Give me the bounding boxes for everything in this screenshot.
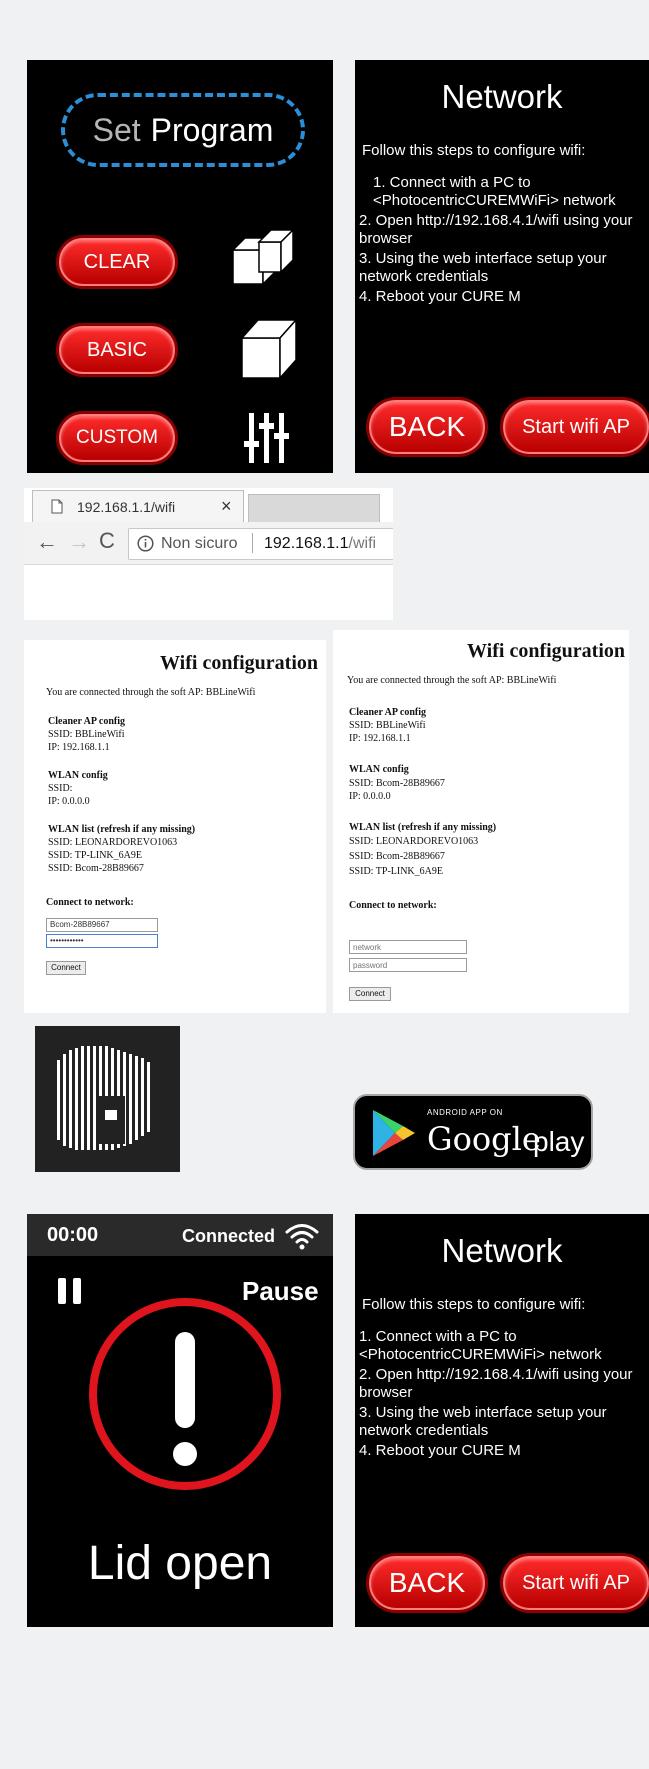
back-arrow-icon[interactable]: ← xyxy=(36,529,58,555)
password-field[interactable]: •••••••••••• xyxy=(46,934,158,948)
wlan-list-title: WLAN list (refresh if any missing) xyxy=(48,824,196,835)
wlan-list-item: SSID: TP-LINK_6A9E xyxy=(349,866,443,877)
tab-close-icon[interactable]: × xyxy=(221,496,232,517)
password-input[interactable] xyxy=(349,958,467,972)
network-intro: Follow this steps to configure wifi: xyxy=(362,1296,586,1313)
wlan-ssid: SSID: Bcom-28B89667 xyxy=(349,778,445,789)
not-secure-label: Non sicuro xyxy=(161,535,238,552)
start-wifi-ap-button[interactable]: Start wifi AP xyxy=(503,400,649,454)
basic-button[interactable]: BASIC xyxy=(59,326,175,374)
custom-button[interactable]: CUSTOM xyxy=(59,414,175,462)
network-screen: Network Follow this steps to configure w… xyxy=(355,60,649,473)
network-title: Network xyxy=(441,1232,563,1269)
wifi-config-page-right: Wifi configuration You are connected thr… xyxy=(333,630,629,1013)
network-steps: 1. Connect with a PC to <PhotocentricCUR… xyxy=(357,174,647,308)
step-4: 4. Reboot your CURE M xyxy=(359,1442,521,1459)
wlan-list-item: SSID: TP-LINK_6A9E xyxy=(48,850,142,861)
wifi-config-page-left: Wifi configuration You are connected thr… xyxy=(24,640,326,1013)
cleaner-ssid: SSID: BBLineWifi xyxy=(48,729,125,740)
browser-window: 192.168.1.1/wifi × ← → C Non sicuro 192.… xyxy=(24,488,393,620)
wlan-list-item: SSID: LEONARDOREVO1063 xyxy=(349,836,479,847)
network-intro: Follow this steps to configure wifi: xyxy=(362,142,586,159)
url-text: 192.168.1.1/wifi xyxy=(264,535,376,553)
wlan-ip: IP: 0.0.0.0 xyxy=(349,791,391,802)
connect-button[interactable]: Connect xyxy=(349,987,391,1001)
network-screen-2: Network Follow this steps to configure w… xyxy=(355,1214,649,1627)
cleaner-ip: IP: 192.168.1.1 xyxy=(349,733,411,744)
connect-to-network-title: Connect to network: xyxy=(349,900,437,911)
wifi-heading: Wifi configuration xyxy=(467,640,625,662)
title-word-program: Program xyxy=(150,111,274,148)
lid-open-screen: 00:00 Connected Pause Lid open xyxy=(27,1214,333,1627)
pause-icon[interactable] xyxy=(57,1277,83,1305)
step-3: 3. Using the web interface setup your ne… xyxy=(359,1404,607,1439)
cleaner-ip: IP: 192.168.1.1 xyxy=(48,742,110,753)
wifi-icon xyxy=(285,1224,319,1250)
title-word-set: Set xyxy=(92,111,141,148)
step-2: 2. Open http://192.168.4.1/wifi using yo… xyxy=(359,212,633,247)
url-divider xyxy=(252,533,253,553)
cube-icon xyxy=(240,318,298,380)
wlan-ip: IP: 0.0.0.0 xyxy=(48,796,90,807)
url-path: /wifi xyxy=(348,535,377,552)
play-triangle-icon xyxy=(373,1110,415,1156)
connection-status: Connected xyxy=(182,1226,276,1246)
wifi-heading: Wifi configuration xyxy=(160,652,318,674)
forward-arrow-icon[interactable]: → xyxy=(68,529,90,555)
wlan-ssid: SSID: xyxy=(48,783,73,794)
lid-open-message: Lid open xyxy=(87,1537,273,1590)
cleaner-ap-title: Cleaner AP config xyxy=(349,707,427,718)
network-input[interactable] xyxy=(349,940,467,954)
connect-to-network-title: Connect to network: xyxy=(46,897,134,908)
clock-time: 00:00 xyxy=(47,1224,99,1246)
wlan-list-item: SSID: LEONARDOREVO1063 xyxy=(48,837,178,848)
info-icon xyxy=(137,535,154,552)
back-button[interactable]: BACK xyxy=(369,1556,485,1610)
browser-tab[interactable]: 192.168.1.1/wifi × xyxy=(32,490,244,523)
connected-via: You are connected through the soft AP: B… xyxy=(347,675,557,686)
two-cubes-icon xyxy=(231,228,295,286)
back-button[interactable]: BACK xyxy=(369,400,485,454)
step-1: 1. Connect with a PC to <PhotocentricCUR… xyxy=(373,174,616,209)
android-app-label: ANDROID APP ON xyxy=(427,1108,503,1117)
sliders-icon xyxy=(244,413,289,463)
new-tab-button[interactable] xyxy=(248,494,380,523)
wlan-list-item: SSID: Bcom-28B89667 xyxy=(349,851,445,862)
url-bar[interactable]: Non sicuro 192.168.1.1/wifi xyxy=(128,528,393,560)
step-2: 2. Open http://192.168.4.1/wifi using yo… xyxy=(359,1366,633,1401)
step-1: 1. Connect with a PC to <PhotocentricCUR… xyxy=(359,1328,602,1363)
network-title: Network xyxy=(441,78,563,115)
wlan-list-item: SSID: Bcom-28B89667 xyxy=(48,863,144,874)
network-field[interactable]: Bcom-28B89667 xyxy=(46,918,158,932)
connect-button[interactable]: Connect xyxy=(46,961,86,975)
cleaner-ap-title: Cleaner AP config xyxy=(48,716,126,727)
set-program-title: Set Program xyxy=(61,93,305,167)
warning-circle-icon xyxy=(89,1298,281,1490)
start-wifi-ap-button[interactable]: Start wifi AP xyxy=(503,1556,649,1610)
cure-m-logo xyxy=(35,1026,180,1172)
url-host: 192.168.1.1 xyxy=(264,535,349,552)
address-row: ← → C Non sicuro 192.168.1.1/wifi xyxy=(24,522,393,565)
tab-title: 192.168.1.1/wifi xyxy=(77,499,176,515)
google-label: Google xyxy=(427,1120,541,1158)
connected-via: You are connected through the soft AP: B… xyxy=(46,687,256,698)
tab-bar: 192.168.1.1/wifi × xyxy=(24,488,393,523)
reload-icon[interactable]: C xyxy=(99,528,115,554)
page-icon xyxy=(51,499,63,514)
step-3: 3. Using the web interface setup your ne… xyxy=(359,250,607,285)
play-label: play xyxy=(533,1126,585,1157)
wlan-config-title: WLAN config xyxy=(349,764,409,775)
google-play-badge[interactable]: ANDROID APP ON Google play xyxy=(353,1094,593,1170)
cleaner-ssid: SSID: BBLineWifi xyxy=(349,720,426,731)
clear-button[interactable]: CLEAR xyxy=(59,238,175,286)
step-4: 4. Reboot your CURE M xyxy=(359,288,521,305)
network-steps: 1. Connect with a PC to <PhotocentricCUR… xyxy=(357,1328,647,1462)
wlan-list-title: WLAN list (refresh if any missing) xyxy=(349,822,497,833)
logo-mark-icon xyxy=(57,1046,150,1150)
wlan-config-title: WLAN config xyxy=(48,770,108,781)
set-program-screen: Set Program CLEAR BASIC CUSTOM xyxy=(27,60,333,473)
